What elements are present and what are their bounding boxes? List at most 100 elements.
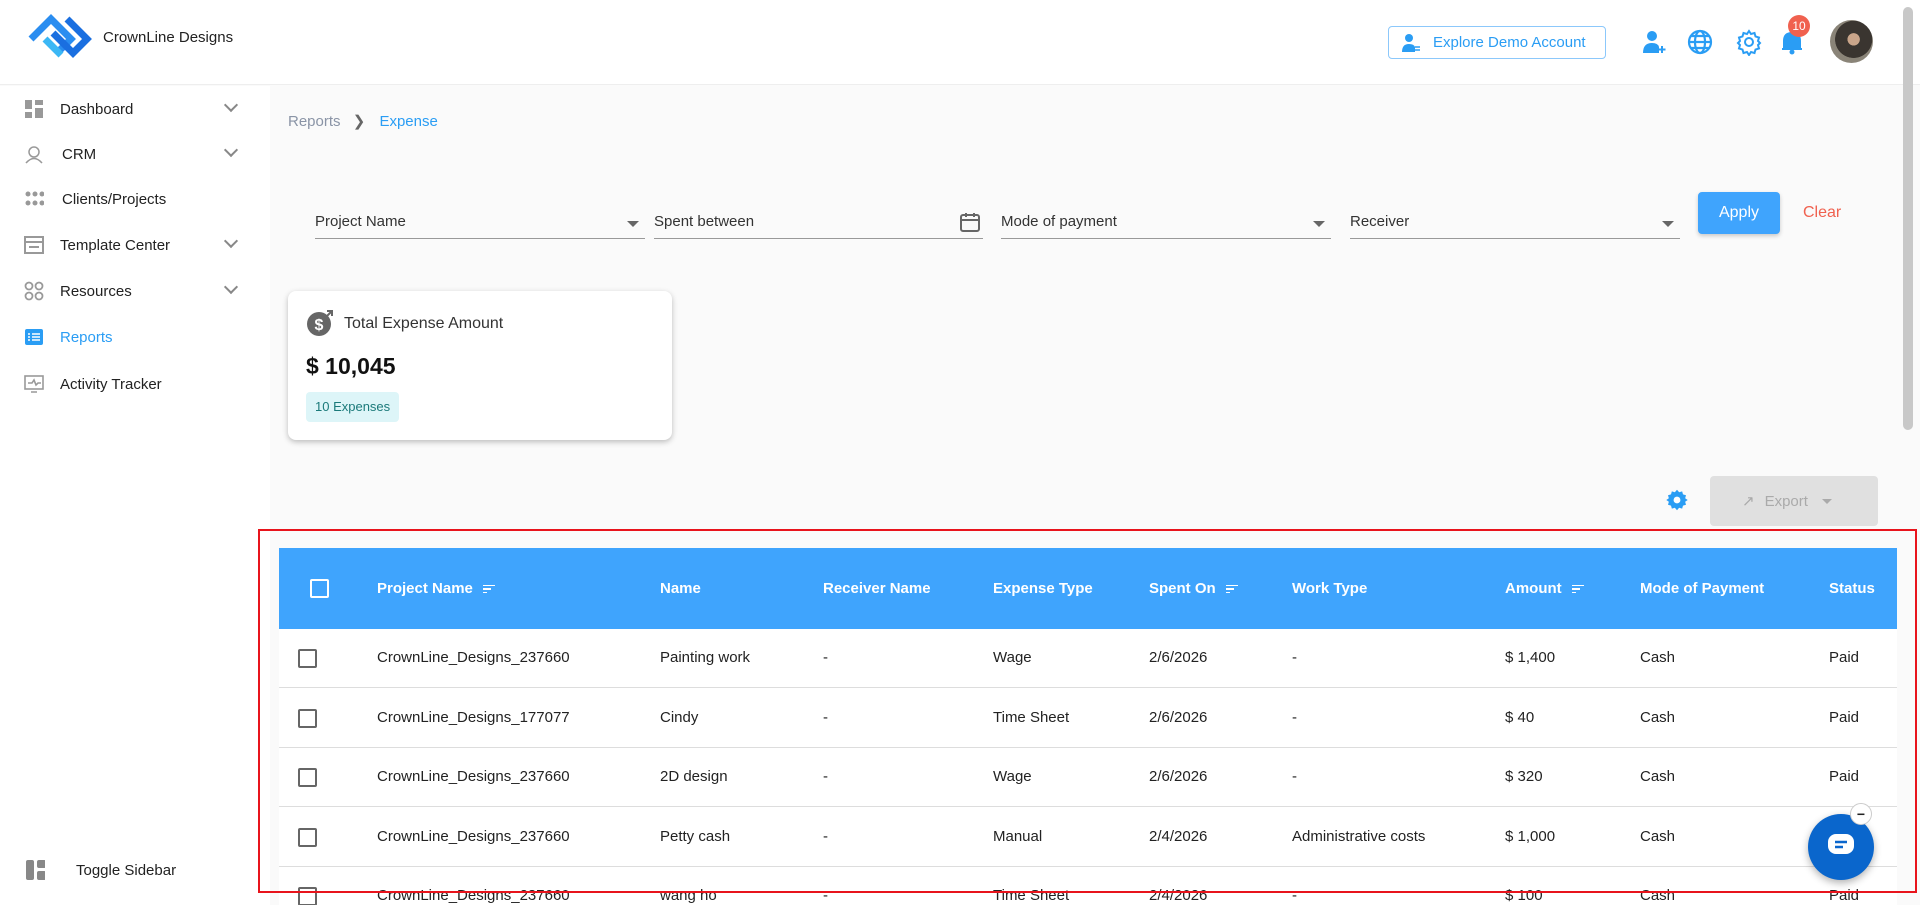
cell-spent-on: 2/6/2026 — [1149, 768, 1208, 785]
cell-amount: $ 1,400 — [1505, 649, 1556, 666]
sort-icon[interactable] — [1225, 583, 1238, 596]
cell-amount: $ 40 — [1505, 708, 1535, 726]
clear-button[interactable]: Clear — [1803, 204, 1841, 222]
expense-count-badge: 10 Expenses — [306, 392, 400, 422]
cell-name: 2D design — [660, 768, 728, 785]
dashboard-icon — [24, 99, 44, 119]
cell-mode-of-payment: Cash — [1640, 649, 1676, 666]
sort-icon[interactable] — [482, 583, 495, 596]
total-amount: $ 10,045 — [306, 353, 396, 379]
cell-expense-type: Manual — [993, 827, 1043, 845]
cell-mode-of-payment: Cash — [1640, 708, 1676, 726]
cell-name: Painting work — [660, 649, 751, 666]
column-header-mode-of-payment: Mode of Payment — [1640, 580, 1765, 597]
activity-icon — [24, 374, 44, 394]
cell-spent-on: 2/6/2026 — [1149, 649, 1208, 666]
chevron-right-icon: ❯ — [352, 113, 366, 130]
cell-work-type: - — [1292, 768, 1297, 785]
cell-amount: $ 320 — [1505, 768, 1543, 785]
cell-mode-of-payment: Cash — [1640, 768, 1676, 785]
explore-demo-account-button[interactable]: Explore Demo Account — [1388, 26, 1606, 59]
expense-dollar-icon: $ — [306, 309, 334, 342]
cell-name: wang ho — [660, 887, 717, 904]
caret-down-icon — [1821, 498, 1832, 504]
svg-text:$: $ — [315, 317, 324, 334]
cell-project-name: CrownLine_Designs_177077 — [377, 708, 570, 726]
column-header-name: Name — [660, 580, 701, 597]
crm-icon — [24, 144, 44, 164]
caret-down-icon — [627, 221, 639, 227]
sort-icon[interactable] — [1571, 583, 1584, 596]
row-checkbox[interactable] — [298, 887, 317, 905]
sidebar-item-resources[interactable]: Resources — [0, 271, 270, 311]
brand-logo[interactable] — [27, 12, 97, 71]
user-avatar[interactable] — [1830, 20, 1873, 63]
sidebar-item-crm[interactable]: CRM — [0, 134, 270, 174]
add-user-icon[interactable] — [1640, 28, 1668, 56]
cell-receiver-name: - — [823, 708, 828, 726]
chevron-down-icon — [223, 142, 239, 158]
cell-status: Paid — [1829, 649, 1860, 666]
sidebar-item-reports[interactable]: Reports — [0, 317, 270, 357]
project-name-select[interactable]: Project Name — [315, 205, 645, 239]
sidebar-item-activity-tracker[interactable]: Activity Tracker — [0, 364, 270, 404]
row-checkbox[interactable] — [298, 708, 317, 728]
caret-down-icon — [1662, 221, 1674, 227]
toggle-sidebar-button[interactable]: Toggle Sidebar — [0, 850, 270, 890]
minimize-chat-icon[interactable]: − — [1850, 803, 1872, 825]
cell-spent-on: 2/4/2026 — [1149, 887, 1208, 904]
brand-name: CrownLine Designs — [103, 29, 234, 46]
breadcrumb-current: Expense — [379, 113, 438, 130]
cell-mode-of-payment: Cash — [1640, 887, 1676, 904]
mode-of-payment-select[interactable]: Mode of payment — [1001, 205, 1331, 239]
cell-expense-type: Wage — [993, 649, 1032, 666]
top-bar: CrownLine Designs Explore Demo Account 1… — [0, 0, 1920, 85]
apply-button[interactable]: Apply — [1698, 192, 1780, 234]
sidebar-item-template-center[interactable]: Template Center — [0, 225, 270, 265]
spent-between-date-input[interactable]: Spent between — [654, 205, 983, 239]
caret-down-icon — [1313, 221, 1325, 227]
export-icon: ↗ — [1742, 493, 1755, 510]
column-header-spent-on[interactable]: Spent On — [1149, 580, 1238, 597]
breadcrumb-reports-link[interactable]: Reports — [288, 113, 341, 130]
clients-icon — [24, 189, 44, 209]
resources-icon — [24, 281, 44, 301]
receiver-select[interactable]: Receiver — [1350, 205, 1680, 239]
row-checkbox[interactable] — [298, 827, 317, 847]
row-checkbox[interactable] — [298, 649, 317, 668]
sidebar-item-clients-projects[interactable]: Clients/Projects — [0, 179, 270, 219]
column-header-amount[interactable]: Amount — [1505, 580, 1584, 597]
chevron-down-icon — [223, 233, 239, 249]
cell-receiver-name: - — [823, 649, 828, 666]
chevron-down-icon — [223, 279, 239, 295]
toggle-sidebar-icon — [25, 860, 45, 880]
page-scrollbar[interactable] — [1903, 7, 1913, 430]
calendar-icon[interactable] — [959, 211, 981, 237]
cell-status: Paid — [1829, 708, 1860, 726]
breadcrumb: Reports ❯ Expense — [288, 112, 438, 130]
column-header-expense-type: Expense Type — [993, 580, 1093, 597]
cell-status: Paid — [1829, 887, 1860, 904]
explore-label: Explore Demo Account — [1433, 34, 1586, 51]
globe-icon[interactable] — [1686, 28, 1714, 56]
reports-icon — [24, 327, 44, 347]
settings-gear-icon[interactable] — [1735, 28, 1763, 57]
cell-work-type: - — [1292, 887, 1297, 904]
column-header-work-type: Work Type — [1292, 580, 1368, 597]
card-title: Total Expense Amount — [344, 315, 504, 332]
chevron-down-icon — [223, 97, 239, 113]
column-header-status: Status — [1829, 580, 1875, 597]
table-settings-gear-icon[interactable] — [1665, 488, 1689, 517]
export-button[interactable]: ↗ Export — [1710, 476, 1878, 526]
cell-expense-type: Time Sheet — [993, 887, 1070, 904]
sidebar-item-dashboard[interactable]: Dashboard — [0, 89, 270, 129]
select-all-checkbox[interactable] — [310, 579, 329, 598]
cell-project-name: CrownLine_Designs_237660 — [377, 887, 570, 904]
table-row: CrownLine_Designs_177077 Cindy - Time Sheet… — [279, 689, 1897, 748]
cell-work-type: - — [1292, 649, 1297, 666]
cell-receiver-name: - — [823, 768, 828, 785]
cell-project-name: CrownLine_Designs_237660 — [377, 768, 570, 785]
cell-amount: $ 100 — [1505, 887, 1543, 904]
row-checkbox[interactable] — [298, 768, 317, 787]
column-header-project-name[interactable]: Project Name — [377, 580, 495, 597]
